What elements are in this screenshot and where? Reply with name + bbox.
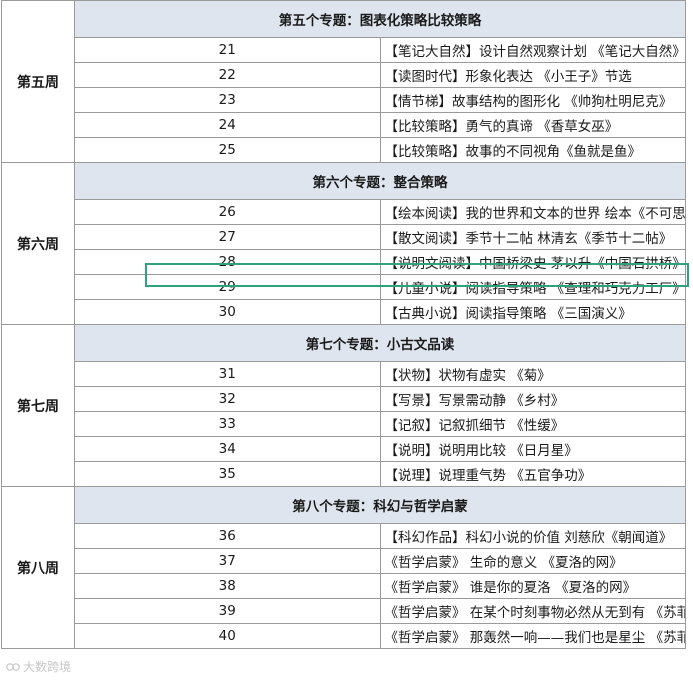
lesson-number: 34 (74, 436, 381, 462)
table-row: 22 【读图时代】形象化表达 《小王子》节选 (2, 62, 686, 88)
table-row: 39《哲学启蒙》 在某个时刻事物必然从无到有 《苏菲的世界》（从无到有） (2, 598, 686, 624)
table-row: 27 【散文阅读】季节十二帖 林清玄《季节十二帖》 (2, 224, 686, 250)
topic-header: 第八个专题：科幻与哲学启蒙 (74, 486, 686, 524)
lesson-content: 【说明】说明用比较 《日月星》 (379, 436, 686, 462)
lesson-number: 31 (74, 361, 381, 387)
lesson-content[interactable]: 【说明文阅读】中国桥梁史 茅以升《中国石拱桥》 (379, 249, 686, 275)
watermark: 大数跨境 (6, 658, 71, 675)
curriculum-table: 第五周 第五个专题：图表化策略比较策略 21 【笔记大自然】设计自然观察计划 《笔… (1, 0, 686, 649)
lesson-number: 40 (74, 623, 381, 649)
table-row: 35 【说理】说理重气势 《五官争功》 (2, 461, 686, 487)
lesson-content: 【散文阅读】季节十二帖 林清玄《季节十二帖》 (379, 224, 686, 250)
lesson-number: 38 (74, 573, 381, 599)
watermark-text: 大数跨境 (23, 660, 72, 674)
lesson-number: 21 (74, 37, 381, 63)
table-row: 33 【记叙】记叙抓细节 《性缓》 (2, 411, 686, 437)
table-row: 32 【写景】写景需动静 《乡村》 (2, 386, 686, 412)
lesson-content: 【古典小说】阅读指导策略 《三国演义》 (379, 299, 686, 325)
topic-header: 第七个专题：小古文品读 (74, 324, 686, 362)
table-row: 23 【情节梯】故事结构的图形化 《帅狗杜明尼克》 (2, 87, 686, 113)
lesson-content: 《哲学启蒙》 谁是你的夏洛 《夏洛的网》 (379, 573, 686, 599)
lesson-number: 35 (74, 461, 381, 487)
table-row: 38 《哲学启蒙》 谁是你的夏洛 《夏洛的网》 (2, 573, 686, 599)
watermark-logo-icon (6, 662, 20, 671)
lesson-content: 【笔记大自然】设计自然观察计划 《笔记大自然》片段 (379, 37, 686, 63)
topic-header-row: 第八周 第八个专题：科幻与哲学启蒙 (1, 486, 686, 649)
lesson-content: 《哲学启蒙》 那轰然一响——我们也是星尘 《苏菲的世界》（我们也是星尘 ） (379, 623, 686, 649)
lesson-content: 【状物】状物有虚实 《菊》 (379, 361, 686, 387)
table-row: 24 【比较策略】勇气的真谛 《香草女巫》 (2, 112, 686, 138)
lesson-content: 【情节梯】故事结构的图形化 《帅狗杜明尼克》 (379, 87, 686, 113)
table-row: 37 《哲学启蒙》 生命的意义 《夏洛的网》 (2, 548, 686, 574)
lesson-number: 25 (74, 137, 381, 163)
topic-header: 第五个专题：图表化策略比较策略 (74, 0, 686, 38)
week-label: 第八周 (1, 486, 75, 649)
table-row: 36 【科幻作品】科幻小说的价值 刘慈欣《朝闻道》 (2, 523, 686, 549)
topic-header-row: 第七周 第七个专题：小古文品读 (1, 324, 686, 487)
table-row: 34 【说明】说明用比较 《日月星》 (2, 436, 686, 462)
lesson-number: 37 (74, 548, 381, 574)
lesson-number: 29 (74, 274, 381, 300)
lesson-content: 【儿童小说】阅读指导策略 《查理和巧克力工厂》（ 威利 ） (379, 274, 686, 300)
topic-header: 第六个专题：整合策略 (74, 162, 686, 200)
lesson-content: 【比较策略】故事的不同视角《鱼就是鱼》 (379, 137, 686, 163)
table-row[interactable]: 28 【说明文阅读】中国桥梁史 茅以升《中国石拱桥》 (2, 249, 686, 275)
lesson-content: 【绘本阅读】我的世界和文本的世界 绘本《不可思议的旅程》（ 文本的世界 ） (379, 199, 686, 225)
lesson-content: 【说理】说理重气势 《五官争功》 (379, 461, 686, 487)
table-row: 40《哲学启蒙》 那轰然一响——我们也是星尘 《苏菲的世界》（我们也是星尘 ） (2, 623, 686, 649)
lesson-number: 22 (74, 62, 381, 88)
lesson-number: 27 (74, 224, 381, 250)
week-label: 第七周 (1, 324, 75, 487)
table-row: 29【儿童小说】阅读指导策略 《查理和巧克力工厂》（ 威利 ） (2, 274, 686, 300)
topic-header-row: 第五周 第五个专题：图表化策略比较策略 (1, 0, 686, 163)
lesson-number: 28 (74, 249, 381, 275)
lesson-content: 《哲学启蒙》 生命的意义 《夏洛的网》 (379, 548, 686, 574)
week-label: 第五周 (1, 0, 75, 163)
lesson-content: 【比较策略】勇气的真谛 《香草女巫》 (379, 112, 686, 138)
table-row: 31 【状物】状物有虚实 《菊》 (2, 361, 686, 387)
lesson-number: 36 (74, 523, 381, 549)
lesson-number: 23 (74, 87, 381, 113)
lesson-content: 《哲学启蒙》 在某个时刻事物必然从无到有 《苏菲的世界》（从无到有） (379, 598, 686, 624)
lesson-number: 30 (74, 299, 381, 325)
lesson-content: 【写景】写景需动静 《乡村》 (379, 386, 686, 412)
week-label: 第六周 (1, 162, 75, 325)
table-row: 21 【笔记大自然】设计自然观察计划 《笔记大自然》片段 (2, 37, 686, 63)
lesson-number: 33 (74, 411, 381, 437)
lesson-number: 32 (74, 386, 381, 412)
lesson-content: 【读图时代】形象化表达 《小王子》节选 (379, 62, 686, 88)
table-row: 25 【比较策略】故事的不同视角《鱼就是鱼》 (2, 137, 686, 163)
lesson-content: 【记叙】记叙抓细节 《性缓》 (379, 411, 686, 437)
lesson-number: 24 (74, 112, 381, 138)
lesson-number: 26 (74, 199, 381, 225)
table-row: 30 【古典小说】阅读指导策略 《三国演义》 (2, 299, 686, 325)
topic-header-row: 第六周 第六个专题：整合策略 (1, 162, 686, 325)
table-row: 26【绘本阅读】我的世界和文本的世界 绘本《不可思议的旅程》（ 文本的世界 ） (2, 199, 686, 225)
lesson-number: 39 (74, 598, 381, 624)
lesson-content: 【科幻作品】科幻小说的价值 刘慈欣《朝闻道》 (379, 523, 686, 549)
